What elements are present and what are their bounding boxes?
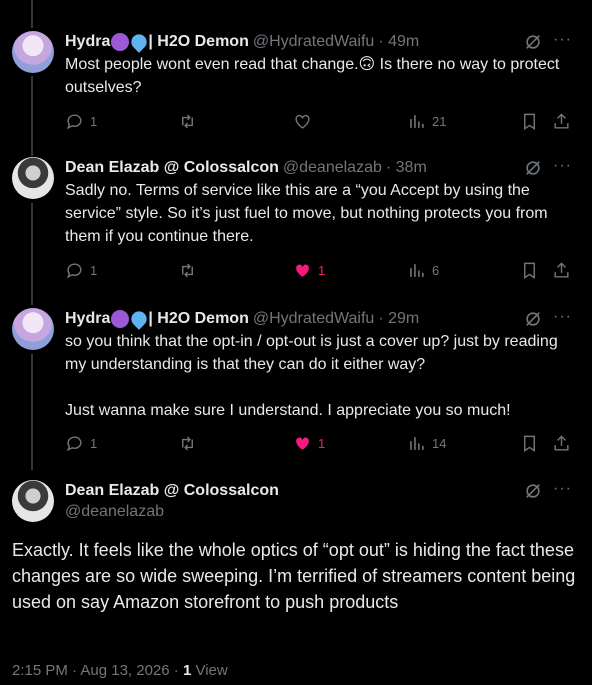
bookmark-icon [524,262,535,279]
grok-icon[interactable] [524,33,542,51]
like-button[interactable]: 1 [293,434,325,453]
bookmark-button[interactable] [520,112,539,131]
tweet-header: Dean Elazab @ Colossalcon [65,480,592,502]
view-count: 6 [432,263,440,278]
tweet-meta: 2:15 PM · Aug 13, 2026 · 1 View [12,662,228,679]
avatar[interactable] [12,308,54,350]
reply-icon [66,263,82,279]
user-handle[interactable]: @deanelazab [283,159,382,177]
views-button[interactable]: 6 [407,261,439,280]
retweet-button[interactable] [178,261,197,280]
tweet[interactable]: Hydra | H2O Demon @HydratedWaifu · 49m ·… [0,31,592,141]
share-button[interactable] [552,434,571,453]
display-name[interactable]: Hydra [65,310,110,328]
reply-icon [66,114,82,130]
reply-icon [66,436,82,452]
timestamp[interactable]: · 29m [378,310,419,328]
avatar[interactable] [12,480,54,522]
share-button[interactable] [552,112,571,131]
retweet-button[interactable] [178,112,197,131]
tweet-header: Hydra | H2O Demon @HydratedWaifu · 49m [65,31,592,53]
sweat-droplets-emoji-icon [128,308,151,330]
tweet-text: Most people wont even read that change.🙃… [65,56,560,96]
reply-button[interactable]: 1 [65,261,97,280]
views-chart-icon [410,115,424,128]
share-icon [554,262,569,278]
devil-emoji-icon [111,310,130,328]
like-count: 1 [318,436,326,451]
avatar[interactable] [12,31,54,73]
display-name-suffix: | H2O Demon [148,310,249,327]
main-tweet: Dean Elazab @ Colossalcon @deanelazab ··… [0,480,592,685]
view-count: 14 [432,436,447,451]
like-count: 1 [318,263,326,278]
heart-filled-icon [296,264,309,277]
display-name-suffix: | H2O Demon [148,33,249,50]
reply-count: 1 [90,263,98,278]
grok-icon[interactable] [524,159,542,177]
tweet-text: Sadly no. Terms of service like this are… [65,182,548,245]
tweet[interactable]: Dean Elazab @ Colossalcon @deanelazab · … [0,157,592,292]
reply-count: 1 [90,114,98,129]
bookmark-button[interactable] [520,261,539,280]
devil-emoji-icon [111,33,130,51]
tweet-text: so you think that the opt-in / opt-out i… [65,333,558,373]
views-chart-icon [410,264,424,277]
views-chart-icon [410,437,424,450]
grok-icon[interactable] [524,310,542,328]
bookmark-button[interactable] [520,434,539,453]
more-options-icon[interactable]: ··· [553,308,572,326]
share-icon [554,113,569,129]
view-label: View [191,662,228,679]
like-button[interactable] [293,112,312,131]
view-count: 21 [432,114,447,129]
thread-line [31,0,33,28]
user-handle[interactable]: @HydratedWaifu [253,33,374,51]
heart-icon [295,114,310,129]
tweet-text: Exactly. It feels like the whole optics … [12,540,576,612]
display-name[interactable]: Dean Elazab @ Colossalcon [65,159,279,177]
reply-count: 1 [90,436,98,451]
share-icon [554,435,569,451]
retweet-button[interactable] [178,434,197,453]
tweet-actions: 1 21 [65,112,575,132]
like-button[interactable]: 1 [293,261,325,280]
heart-filled-icon [296,437,309,450]
avatar[interactable] [12,157,54,199]
reply-button[interactable]: 1 [65,112,97,131]
retweet-icon [182,114,193,129]
user-handle[interactable]: @deanelazab [65,503,164,521]
tweet-actions: 1 1 6 [65,261,575,281]
tweet-header: Dean Elazab @ Colossalcon @deanelazab · … [65,157,592,179]
bookmark-icon [524,113,535,130]
tweet-actions: 1 1 14 [65,434,575,454]
bookmark-icon [524,435,535,452]
timestamp[interactable]: · 38m [386,159,427,177]
tweet-text-paragraph: Just wanna make sure I understand. I app… [65,402,511,419]
display-name[interactable]: Hydra [65,33,110,51]
views-button[interactable]: 21 [407,112,446,131]
tweet-timestamp[interactable]: 2:15 PM · Aug 13, 2026 · [12,662,183,679]
more-options-icon[interactable]: ··· [553,31,572,49]
reply-button[interactable]: 1 [65,434,97,453]
grok-icon[interactable] [524,482,542,500]
retweet-icon [182,436,193,451]
share-button[interactable] [552,261,571,280]
sweat-droplets-emoji-icon [128,31,151,53]
tweet[interactable]: Hydra | H2O Demon @HydratedWaifu · 29m ·… [0,308,592,458]
more-options-icon[interactable]: ··· [553,157,572,175]
timestamp[interactable]: · 49m [378,33,419,51]
tweet-header: Hydra | H2O Demon @HydratedWaifu · 29m [65,308,592,330]
display-name[interactable]: Dean Elazab @ Colossalcon [65,482,279,500]
more-options-icon[interactable]: ··· [553,480,572,498]
retweet-icon [182,263,193,278]
views-button[interactable]: 14 [407,434,446,453]
user-handle[interactable]: @HydratedWaifu [253,310,374,328]
